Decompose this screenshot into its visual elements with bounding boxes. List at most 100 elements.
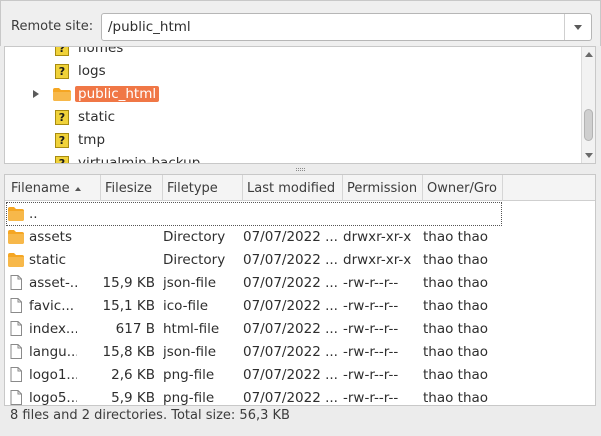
unknown-icon: ? <box>55 133 69 148</box>
column-header-owner-group[interactable]: Owner/Gro <box>423 175 503 201</box>
file-icon <box>10 298 22 313</box>
file-name: logo1... <box>29 367 77 383</box>
tree-item-public-html[interactable]: public_html <box>5 84 575 106</box>
column-header-label: Last modified <box>247 181 336 196</box>
file-name: logo5... <box>29 390 77 406</box>
tree-item-label: public_html <box>75 86 160 102</box>
file-modified: 07/07/2022 ... <box>243 344 338 360</box>
file-size: 15,8 KB <box>102 344 155 360</box>
tree-item-static[interactable]: ? static <box>5 107 575 129</box>
file-modified: 07/07/2022 ... <box>243 298 338 314</box>
column-header-filename[interactable]: Filename <box>5 175 101 201</box>
column-header-label: Filename <box>11 181 70 196</box>
file-owner: thao thao <box>423 390 489 406</box>
file-type: html-file <box>163 321 220 337</box>
file-icon <box>10 321 22 336</box>
file-permissions: -rw-r--r-- <box>343 367 399 383</box>
column-header-filetype[interactable]: Filetype <box>163 175 243 201</box>
table-row[interactable]: asset-... 15,9 KB json-file 07/07/2022 .… <box>5 271 595 294</box>
status-text: 8 files and 2 directories. Total size: 5… <box>10 408 290 423</box>
file-size: 5,9 KB <box>111 390 155 406</box>
scrollbar-thumb[interactable] <box>584 109 593 141</box>
remote-site-label: Remote site: <box>11 19 94 34</box>
file-icon <box>10 344 22 359</box>
column-header-last-modified[interactable]: Last modified <box>243 175 343 201</box>
table-row[interactable]: static Directory 07/07/2022 ... drwxr-xr… <box>5 248 595 271</box>
file-permissions: -rw-r--r-- <box>343 390 399 406</box>
file-owner: thao thao <box>423 252 489 268</box>
file-size: 15,1 KB <box>102 298 155 314</box>
folder-icon <box>8 207 24 221</box>
tree-item-logs[interactable]: ? logs <box>5 61 575 83</box>
table-row[interactable]: favic... 15,1 KB ico-file 07/07/2022 ...… <box>5 294 595 317</box>
file-size: 2,6 KB <box>111 367 155 383</box>
file-owner: thao thao <box>423 229 489 245</box>
tree-item-virtualmin-backup[interactable]: ? virtualmin-backup <box>5 153 575 163</box>
file-permissions: -rw-r--r-- <box>343 344 399 360</box>
remote-site-path[interactable]: /public_html <box>108 19 191 35</box>
scroll-up-arrow-icon[interactable] <box>585 52 593 57</box>
file-owner: thao thao <box>423 275 489 291</box>
status-bar: 8 files and 2 directories. Total size: 5… <box>4 406 596 428</box>
column-header-filesize[interactable]: Filesize <box>101 175 163 201</box>
unknown-icon: ? <box>55 156 69 163</box>
file-modified: 07/07/2022 ... <box>243 229 338 245</box>
tree-item-label: tmp <box>78 132 106 148</box>
file-icon <box>10 390 22 405</box>
file-name: index... <box>29 321 77 337</box>
table-row[interactable]: assets Directory 07/07/2022 ... drwxr-xr… <box>5 225 595 248</box>
column-header-label: Owner/Gro <box>427 181 497 196</box>
file-name: .. <box>29 206 38 222</box>
file-modified: 07/07/2022 ... <box>243 275 338 291</box>
file-permissions: -rw-r--r-- <box>343 298 399 314</box>
file-modified: 07/07/2022 ... <box>243 390 338 406</box>
file-type: Directory <box>163 252 226 268</box>
tree-item-label: homes <box>78 46 124 56</box>
expand-arrow-icon[interactable] <box>33 90 39 98</box>
table-row[interactable]: logo5... 5,9 KB png-file 07/07/2022 ... … <box>5 386 595 406</box>
file-permissions: -rw-r--r-- <box>343 321 399 337</box>
file-permissions: drwxr-xr-x <box>343 229 412 245</box>
file-type: ico-file <box>163 298 209 314</box>
remote-file-list[interactable]: Filename Filesize Filetype Last modified… <box>4 174 596 406</box>
file-type: Directory <box>163 229 226 245</box>
tree-item-label: logs <box>78 63 106 79</box>
file-icon <box>10 367 22 382</box>
folder-icon <box>53 88 71 101</box>
column-header-label: Permission <box>347 181 418 196</box>
file-owner: thao thao <box>423 298 489 314</box>
file-modified: 07/07/2022 ... <box>243 252 338 268</box>
tree-vertical-scrollbar[interactable] <box>581 47 595 163</box>
table-row[interactable]: .. <box>5 202 595 226</box>
unknown-icon: ? <box>55 110 69 125</box>
table-row[interactable]: index... 617 B html-file 07/07/2022 ... … <box>5 317 595 340</box>
scroll-down-arrow-icon[interactable] <box>585 153 593 158</box>
table-row[interactable]: logo1... 2,6 KB png-file 07/07/2022 ... … <box>5 363 595 386</box>
file-modified: 07/07/2022 ... <box>243 367 338 383</box>
file-icon <box>10 275 22 290</box>
remote-site-combobox[interactable]: /public_html <box>101 13 592 41</box>
file-owner: thao thao <box>423 321 489 337</box>
table-row[interactable]: langu... 15,8 KB json-file 07/07/2022 ..… <box>5 340 595 363</box>
pane-splitter[interactable] <box>0 166 601 173</box>
file-type: png-file <box>163 390 215 406</box>
file-type: json-file <box>163 344 217 360</box>
remote-directory-tree[interactable]: ? homes ? logs public_html ? static ? tm… <box>4 46 596 164</box>
chevron-down-icon[interactable] <box>564 14 591 40</box>
file-owner: thao thao <box>423 367 489 383</box>
folder-icon <box>8 253 24 267</box>
file-name: static <box>29 252 67 268</box>
file-modified: 07/07/2022 ... <box>243 321 338 337</box>
unknown-icon: ? <box>55 47 69 56</box>
file-list-body[interactable]: .. assets Directory 07/07/2022 ... drwxr… <box>5 202 595 406</box>
tree-item-tmp[interactable]: ? tmp <box>5 130 575 152</box>
splitter-grip-icon[interactable] <box>296 168 305 171</box>
tree-item-homes[interactable]: ? homes <box>5 46 575 60</box>
file-list-header: Filename Filesize Filetype Last modified… <box>5 175 595 201</box>
column-header-permissions[interactable]: Permission <box>343 175 423 201</box>
column-header-label: Filesize <box>105 181 152 196</box>
remote-site-bar: Remote site: /public_html <box>0 0 601 46</box>
file-name: favic... <box>29 298 75 314</box>
unknown-icon: ? <box>55 64 69 79</box>
file-type: json-file <box>163 275 217 291</box>
